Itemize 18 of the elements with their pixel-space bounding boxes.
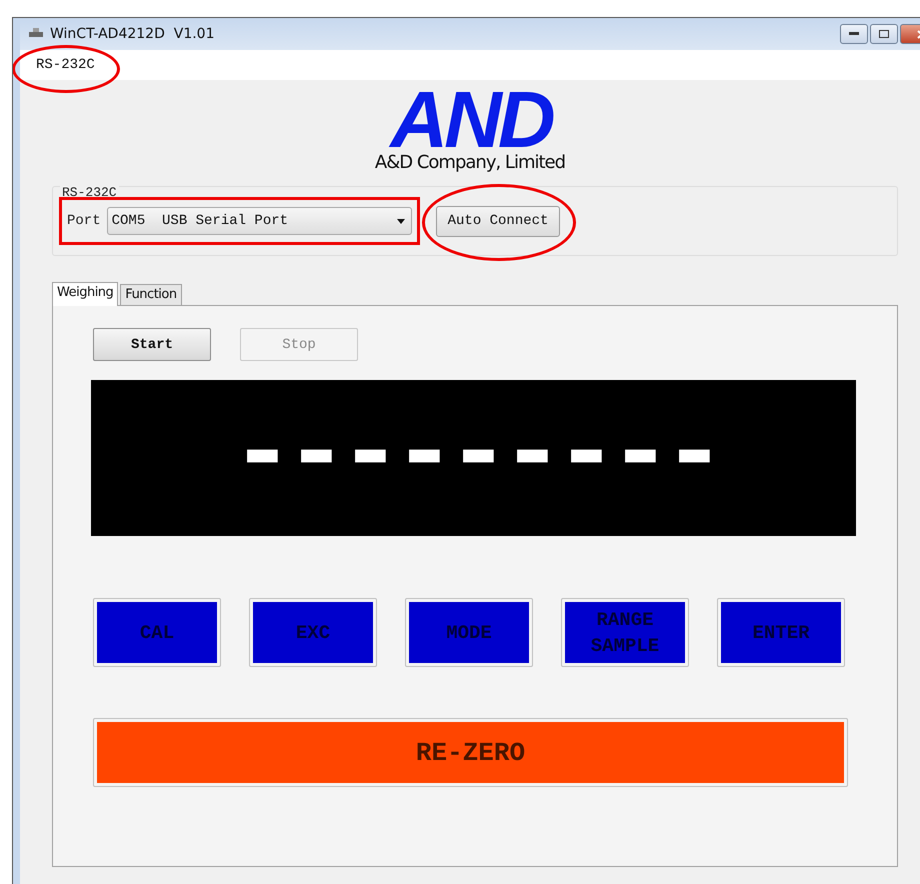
display-reading: ---------	[230, 397, 717, 519]
window-title: WinCT-AD4212D V1.01	[50, 26, 216, 42]
maximize-button[interactable]	[870, 24, 898, 44]
tab[interactable]: Weighing	[52, 282, 118, 306]
port-label: Port	[67, 213, 101, 229]
maximize-icon	[879, 30, 889, 38]
company-name: A&D Company, Limited	[374, 152, 566, 173]
auto-connect-button[interactable]: Auto Connect	[436, 206, 560, 236]
minimize-icon	[849, 32, 859, 36]
app-icon	[28, 26, 44, 38]
tab[interactable]: Function	[120, 284, 182, 305]
minimize-button[interactable]	[840, 24, 868, 44]
caret-icon	[396, 219, 405, 224]
start-button[interactable]: Start	[93, 328, 211, 361]
menu-item[interactable]: RS-232C	[28, 53, 103, 77]
company-logo: AND	[388, 88, 552, 152]
port-dropdown[interactable]: COM5 USB Serial Port	[106, 207, 412, 235]
re-zero-button[interactable]: RE-ZERO	[97, 722, 844, 783]
